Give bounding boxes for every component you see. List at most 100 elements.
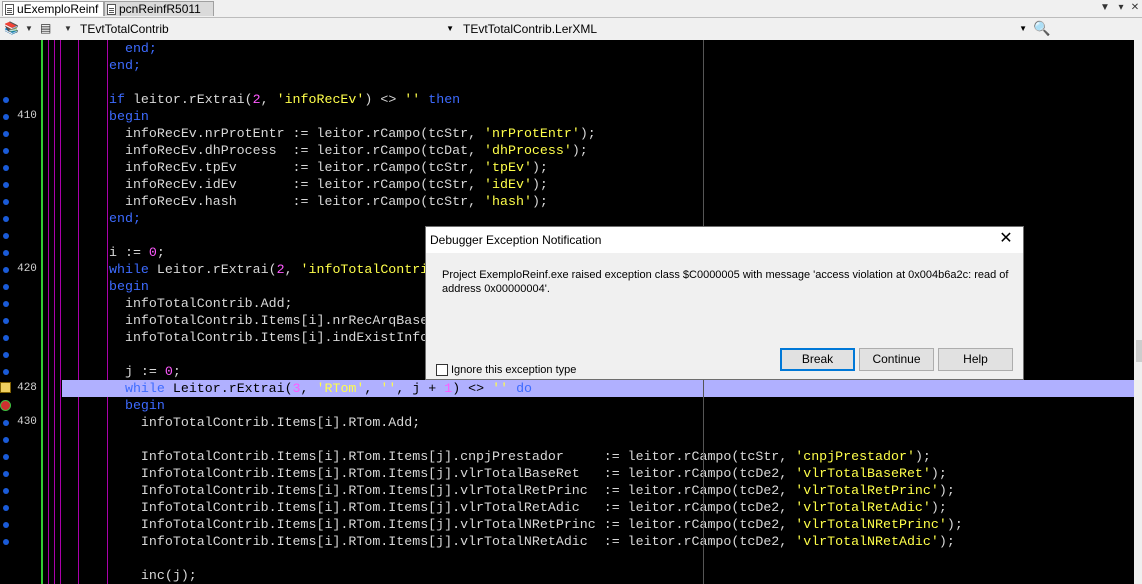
tab-uexemploreinf[interactable]: uExemploReinf (2, 1, 104, 16)
breakpoint-dot-icon[interactable] (3, 488, 9, 494)
warning-marker-icon[interactable] (0, 382, 11, 393)
breakpoint-dot-icon[interactable] (3, 97, 9, 103)
code-line[interactable]: InfoTotalContrib.Items[i].RTom.Items[j].… (62, 499, 1134, 516)
gutter-row[interactable] (0, 448, 62, 465)
ignore-exception-checkbox[interactable] (436, 364, 448, 376)
breakpoint-dot-icon[interactable] (3, 539, 9, 545)
code-line[interactable]: infoRecEv.dhProcess := leitor.rCampo(tcD… (62, 142, 1134, 159)
code-line[interactable]: InfoTotalContrib.Items[i].RTom.Items[j].… (62, 533, 1134, 550)
code-line[interactable]: inc(j); (62, 567, 1134, 584)
code-line[interactable] (62, 431, 1134, 448)
code-line[interactable]: InfoTotalContrib.Items[i].RTom.Items[j].… (62, 465, 1134, 482)
code-line[interactable]: infoRecEv.hash := leitor.rCampo(tcStr, '… (62, 193, 1134, 210)
ignore-exception-label[interactable]: Ignore this exception type (451, 364, 576, 377)
gutter-row[interactable] (0, 210, 62, 227)
code-line[interactable]: infoRecEv.nrProtEntr := leitor.rCampo(tc… (62, 125, 1134, 142)
code-line[interactable] (62, 550, 1134, 567)
help-button[interactable]: Help (938, 348, 1013, 371)
breakpoint-dot-icon[interactable] (3, 131, 9, 137)
breakpoint-dot-icon[interactable] (3, 267, 9, 273)
breakpoint-dot-icon[interactable] (3, 369, 9, 375)
tab-list-icon[interactable]: ▾ (1114, 0, 1128, 16)
code-line[interactable]: infoRecEv.tpEv := leitor.rCampo(tcStr, '… (62, 159, 1134, 176)
gutter-row[interactable] (0, 57, 62, 74)
execution-point-icon[interactable] (0, 400, 11, 411)
vertical-scrollbar[interactable] (1134, 40, 1142, 584)
gutter-row[interactable] (0, 312, 62, 329)
code-line[interactable]: begin (62, 397, 1134, 414)
close-icon[interactable]: ✕ (997, 230, 1015, 248)
tab-scroll-down-icon[interactable]: ▼ (1098, 0, 1112, 16)
method-combo[interactable]: TEvtTotalContrib.LerXML ▼ (463, 20, 1029, 38)
breakpoint-dot-icon[interactable] (3, 233, 9, 239)
breakpoint-dot-icon[interactable] (3, 318, 9, 324)
gutter-row[interactable] (0, 40, 62, 57)
breakpoint-dot-icon[interactable] (3, 335, 9, 341)
magnifier-icon[interactable]: 🔍 (1033, 20, 1050, 37)
gutter-row[interactable] (0, 550, 62, 567)
gutter-row[interactable] (0, 363, 62, 380)
gutter-row[interactable] (0, 91, 62, 108)
breakpoint-dot-icon[interactable] (3, 471, 9, 477)
code-line[interactable] (62, 74, 1134, 91)
code-line[interactable]: InfoTotalContrib.Items[i].RTom.Items[j].… (62, 448, 1134, 465)
breakpoint-dot-icon[interactable] (3, 522, 9, 528)
breakpoint-dot-icon[interactable] (3, 420, 9, 426)
gutter-row[interactable]: 410 (0, 108, 62, 125)
breakpoint-dot-icon[interactable] (3, 182, 9, 188)
dropdown-arrow-icon[interactable]: ▼ (64, 24, 72, 33)
code-line[interactable]: end; (62, 40, 1134, 57)
dialog-titlebar[interactable]: Debugger Exception Notification ✕ (426, 227, 1023, 253)
code-line[interactable]: end; (62, 210, 1134, 227)
gutter-row[interactable] (0, 176, 62, 193)
editor-gutter[interactable]: 410 420 428 430 (0, 40, 62, 584)
breakpoint-dot-icon[interactable] (3, 352, 9, 358)
gutter-row[interactable] (0, 516, 62, 533)
breakpoint-dot-icon[interactable] (3, 114, 9, 120)
code-line[interactable]: infoTotalContrib.Items[i].RTom.Add; (62, 414, 1134, 431)
books-icon[interactable]: 📚 (4, 21, 19, 35)
code-line[interactable]: InfoTotalContrib.Items[i].RTom.Items[j].… (62, 482, 1134, 499)
gutter-row[interactable] (0, 295, 62, 312)
structure-icon[interactable]: ▤ (40, 21, 51, 35)
breakpoint-dot-icon[interactable] (3, 216, 9, 222)
continue-button[interactable]: Continue (859, 348, 934, 371)
breakpoint-dot-icon[interactable] (3, 284, 9, 290)
gutter-row[interactable] (0, 125, 62, 142)
breakpoint-dot-icon[interactable] (3, 148, 9, 154)
breakpoint-dot-icon[interactable] (3, 505, 9, 511)
code-line[interactable]: end; (62, 57, 1134, 74)
gutter-row[interactable] (0, 159, 62, 176)
code-line[interactable]: while Leitor.rExtrai(3, 'RTom', '', j + … (62, 380, 1134, 397)
code-line[interactable]: if leitor.rExtrai(2, 'infoRecEv') <> '' … (62, 91, 1134, 108)
breakpoint-dot-icon[interactable] (3, 437, 9, 443)
gutter-row[interactable] (0, 465, 62, 482)
tab-pcnreinfr5011[interactable]: pcnReinfR5011 (104, 1, 214, 16)
class-combo[interactable]: TEvtTotalContrib ▼ (80, 20, 456, 38)
breakpoint-dot-icon[interactable] (3, 199, 9, 205)
breakpoint-dot-icon[interactable] (3, 301, 9, 307)
gutter-row[interactable] (0, 567, 62, 584)
gutter-row[interactable] (0, 227, 62, 244)
gutter-row[interactable] (0, 193, 62, 210)
breakpoint-dot-icon[interactable] (3, 454, 9, 460)
gutter-row[interactable] (0, 244, 62, 261)
scrollbar-thumb[interactable] (1136, 340, 1142, 362)
breakpoint-dot-icon[interactable] (3, 165, 9, 171)
code-line[interactable]: begin (62, 108, 1134, 125)
tab-close-icon[interactable]: ✕ (1128, 0, 1142, 16)
breakpoint-dot-icon[interactable] (3, 250, 9, 256)
gutter-row[interactable] (0, 329, 62, 346)
gutter-row[interactable] (0, 278, 62, 295)
code-line[interactable]: InfoTotalContrib.Items[i].RTom.Items[j].… (62, 516, 1134, 533)
gutter-row[interactable] (0, 482, 62, 499)
gutter-row[interactable] (0, 533, 62, 550)
gutter-row[interactable] (0, 499, 62, 516)
gutter-row[interactable] (0, 142, 62, 159)
gutter-row[interactable]: 420 (0, 261, 62, 278)
break-button[interactable]: Break (780, 348, 855, 371)
code-line[interactable]: infoRecEv.idEv := leitor.rCampo(tcStr, '… (62, 176, 1134, 193)
gutter-row[interactable] (0, 74, 62, 91)
dropdown-arrow-icon[interactable]: ▼ (25, 24, 33, 33)
gutter-row[interactable]: 430 (0, 414, 62, 431)
